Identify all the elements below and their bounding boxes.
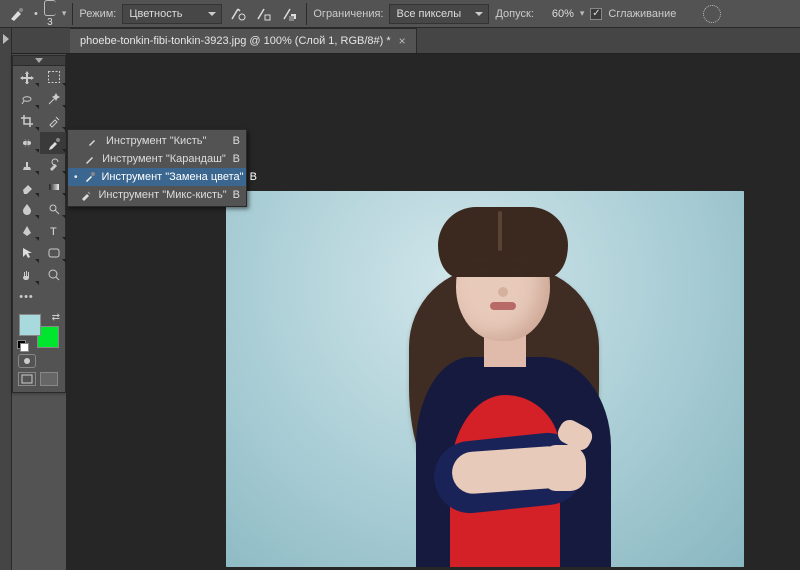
shape-tool[interactable]	[40, 242, 67, 264]
hand-tool[interactable]	[13, 264, 40, 286]
toolbox: T ••• ⇄	[12, 55, 66, 393]
eraser-tool[interactable]	[13, 176, 40, 198]
tolerance-value[interactable]: 60%	[540, 8, 574, 20]
sampling-once-icon[interactable]	[254, 4, 274, 24]
flyout-shortcut: B	[250, 171, 257, 183]
expand-panels-icon[interactable]	[3, 34, 9, 44]
svg-text:T: T	[50, 226, 57, 238]
flyout-shortcut: B	[228, 135, 240, 147]
document-image	[226, 191, 744, 567]
dodge-tool[interactable]	[40, 198, 67, 220]
pencil-icon	[84, 153, 96, 165]
pen-tool[interactable]	[13, 220, 40, 242]
flyout-shortcut: B	[233, 189, 240, 201]
antialias-checkbox[interactable]: ✓	[590, 8, 602, 20]
mixer-brush-icon	[80, 189, 92, 201]
tolerance-caret-icon[interactable]: ▾	[580, 8, 585, 19]
flyout-label: Инструмент "Карандаш"	[102, 153, 226, 165]
active-marker: •	[74, 172, 78, 183]
screen-mode-icon[interactable]	[18, 372, 36, 386]
separator	[72, 3, 73, 25]
marquee-tool[interactable]	[40, 66, 67, 88]
more-tools[interactable]: •••	[13, 286, 40, 308]
photo-subject	[394, 199, 619, 567]
flyout-item-mixer-brush[interactable]: Инструмент "Микс-кисть" B	[68, 186, 246, 204]
sampling-bg-swatch-icon[interactable]	[280, 4, 300, 24]
dropdown-caret-icon[interactable]: ▾	[62, 8, 67, 19]
history-brush-tool[interactable]	[40, 154, 67, 176]
lasso-tool[interactable]	[13, 88, 40, 110]
blur-tool[interactable]	[13, 198, 40, 220]
quick-mask-icon[interactable]	[18, 354, 36, 368]
tool-grid: T •••	[13, 66, 65, 308]
brush-size-value: 3	[47, 17, 53, 28]
eyedropper-tool[interactable]	[40, 110, 67, 132]
color-swatches: ⇄	[13, 308, 65, 350]
foreground-color[interactable]	[19, 314, 41, 336]
document-tab-bar: phoebe-tonkin-fibi-tonkin-3923.jpg @ 100…	[0, 28, 800, 54]
document-tab[interactable]: phoebe-tonkin-fibi-tonkin-3923.jpg @ 100…	[70, 28, 417, 53]
left-gutter	[0, 28, 12, 570]
tool-preset-icon[interactable]	[6, 3, 28, 25]
close-icon[interactable]: ×	[399, 34, 406, 48]
flyout-label: Инструмент "Замена цвета"	[102, 171, 244, 183]
color-replacement-icon	[84, 171, 96, 183]
clone-stamp-tool[interactable]	[13, 154, 40, 176]
tablet-pressure-icon[interactable]	[702, 4, 722, 24]
edit-toolbar[interactable]	[40, 286, 67, 308]
flyout-label: Инструмент "Микс-кисть"	[98, 189, 226, 201]
default-colors-icon[interactable]	[17, 340, 27, 350]
mode-dropdown[interactable]: Цветность	[122, 4, 222, 24]
flyout-item-color-replacement[interactable]: • Инструмент "Замена цвета" B	[68, 168, 246, 186]
swap-colors-icon[interactable]: ⇄	[52, 312, 60, 323]
sampling-continuous-icon[interactable]	[228, 4, 248, 24]
brush-tool-flyout: Инструмент "Кисть" B Инструмент "Каранда…	[67, 129, 247, 207]
brush-icon	[86, 135, 100, 147]
options-bar: • 3 ▾ Режим: Цветность Ограничения: Все …	[0, 0, 800, 28]
flyout-label: Инструмент "Кисть"	[106, 135, 222, 147]
flyout-item-pencil[interactable]: Инструмент "Карандаш" B	[68, 150, 246, 168]
document-tab-title: phoebe-tonkin-fibi-tonkin-3923.jpg @ 100…	[80, 35, 391, 47]
magic-wand-tool[interactable]	[40, 88, 67, 110]
antialias-label: Сглаживание	[608, 8, 676, 20]
screen-mode-alt-icon[interactable]	[40, 372, 58, 386]
limits-label: Ограничения:	[313, 8, 383, 20]
move-tool[interactable]	[13, 66, 40, 88]
type-tool[interactable]: T	[40, 220, 67, 242]
flyout-shortcut: B	[232, 153, 240, 165]
tolerance-label: Допуск:	[495, 8, 533, 20]
separator	[306, 3, 307, 25]
brush-size-icon[interactable]	[44, 0, 56, 16]
mode-value: Цветность	[129, 8, 182, 20]
toolbox-grip-icon[interactable]	[13, 56, 65, 66]
crop-tool[interactable]	[13, 110, 40, 132]
mode-label: Режим:	[79, 8, 116, 20]
gradient-tool[interactable]	[40, 176, 67, 198]
limits-dropdown[interactable]: Все пикселы	[389, 4, 489, 24]
flyout-item-brush[interactable]: Инструмент "Кисть" B	[68, 132, 246, 150]
brush-tool[interactable]	[40, 132, 67, 154]
path-selection-tool[interactable]	[13, 242, 40, 264]
limits-value: Все пикселы	[396, 8, 461, 20]
spot-heal-tool[interactable]	[13, 132, 40, 154]
divider-icon: •	[34, 8, 38, 20]
zoom-tool[interactable]	[40, 264, 67, 286]
